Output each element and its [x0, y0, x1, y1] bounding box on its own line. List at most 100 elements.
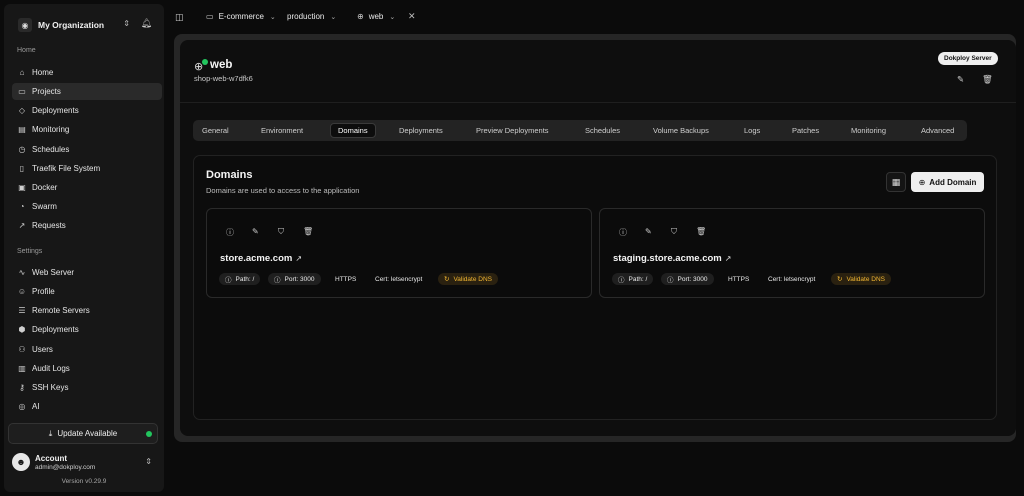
domain-host-link[interactable]: store.acme.com ↗	[220, 253, 302, 264]
tab-advanced[interactable]: Advanced	[921, 123, 954, 138]
external-link-icon: ↗	[295, 254, 303, 263]
tab-deployments[interactable]: Deployments	[399, 123, 443, 138]
update-available-button[interactable]: ⤓ Update Available	[8, 423, 158, 444]
breadcrumb-project[interactable]: ▭ E-commerce ⌄	[206, 12, 276, 21]
trash-icon[interactable]: 🗑︎	[696, 227, 706, 236]
tab-patches[interactable]: Patches	[792, 123, 819, 138]
activity-icon: ∿	[18, 268, 26, 277]
trash-icon[interactable]: 🗑︎	[982, 74, 993, 85]
download-icon: ⤓	[48, 428, 53, 438]
sidebar-item-web-server[interactable]: ∿ Web Server	[12, 264, 162, 281]
validate-dns-button[interactable]: ↻ Validate DNS	[831, 273, 891, 285]
box-icon: ▣	[18, 182, 26, 192]
protocol-chip: HTTPS	[728, 275, 750, 283]
path-chip: ⓘ Path: /	[219, 273, 261, 285]
external-link-icon: ↗	[724, 254, 732, 263]
folder-icon: ▭	[18, 87, 26, 97]
sidebar-item-ssh-keys[interactable]: ⚷ SSH Keys	[12, 379, 162, 396]
globe-icon: ⊕	[357, 12, 364, 21]
service-status-dot	[202, 59, 208, 65]
sidebar-item-traefik[interactable]: ▯ Traefik File System	[12, 160, 162, 177]
sidebar-toggle-icon[interactable]: ◫	[175, 12, 184, 23]
settings-nav: ∿ Web Server ☺ Profile ☰ Remote Servers ⬢ De…	[12, 264, 162, 417]
header-divider	[180, 102, 1016, 103]
info-icon: ⓘ	[274, 277, 281, 284]
sidebar-item-remote-servers[interactable]: ☰ Remote Servers	[12, 302, 162, 319]
sidebar-item-projects[interactable]: ▭ Projects	[12, 83, 162, 101]
domains-description: Domains are used to access to the applic…	[206, 186, 360, 195]
tab-logs[interactable]: Logs	[744, 123, 760, 138]
tab-monitoring[interactable]: Monitoring	[851, 123, 886, 138]
account-menu[interactable]: ☻ Account admin@dokploy.com ⇕	[8, 451, 158, 473]
sidebar-item-home[interactable]: ⌂ Home	[12, 64, 162, 81]
port-chip: ⓘ Port: 3000	[661, 273, 714, 285]
tab-general[interactable]: General	[202, 123, 229, 138]
help-icon[interactable]: ⓘ	[619, 227, 627, 238]
home-icon: ⌂	[19, 68, 25, 77]
tab-schedules[interactable]: Schedules	[585, 123, 620, 138]
clock-icon: ◷	[18, 144, 26, 154]
arrow-icon: ↗	[18, 221, 26, 231]
service-app-name: shop-web-w7dfk6	[194, 74, 253, 83]
layers-icon: ◇	[18, 106, 26, 116]
account-name: Account	[35, 453, 67, 463]
validate-dns-button[interactable]: ↻ Validate DNS	[438, 273, 498, 285]
tab-environment[interactable]: Environment	[261, 123, 303, 138]
refresh-icon: ↻	[444, 276, 450, 283]
main-nav: ⌂ Home ▭ Projects ◇ Deployments ▤ Monitoring…	[12, 64, 162, 236]
breadcrumb-service[interactable]: ⊕ web ⌄	[357, 12, 395, 21]
trash-icon[interactable]: 🗑︎	[303, 227, 313, 236]
domain-host-link[interactable]: staging.store.acme.com ↗	[613, 253, 731, 264]
tab-domains[interactable]: Domains	[330, 123, 376, 138]
server-badge: Dokploy Server	[938, 52, 998, 65]
sidebar-item-schedules[interactable]: ◷ Schedules	[12, 141, 162, 158]
dns-helper-button[interactable]: ▦	[886, 172, 906, 192]
shield-icon[interactable]: ⛉	[278, 227, 284, 237]
cert-chip: Cert: letsencrypt	[375, 275, 423, 283]
boxes-icon: ⬢	[18, 325, 26, 335]
cert-chip: Cert: letsencrypt	[768, 275, 816, 283]
avatar: ☻	[12, 453, 30, 471]
breadcrumb-environment[interactable]: production ⌄	[287, 12, 336, 21]
path-chip: ⓘ Path: /	[612, 273, 654, 285]
account-email: admin@dokploy.com	[35, 463, 96, 471]
section-label-settings: Settings	[17, 248, 43, 255]
section-label-home: Home	[17, 47, 36, 54]
close-icon[interactable]: ✕	[408, 11, 416, 22]
update-status-dot	[146, 431, 152, 437]
sidebar-item-users[interactable]: ⚇ Users	[12, 341, 162, 358]
chevrons-updown-icon: ⇕	[123, 19, 130, 28]
add-domain-button[interactable]: ⊕ Add Domain	[911, 172, 984, 192]
sidebar-item-settings-deployments[interactable]: ⬢ Deployments	[12, 321, 162, 338]
bar-chart-icon: ▤	[18, 125, 26, 135]
organization-switcher[interactable]: ◉ My Organization ⇕ 🔔︎	[12, 12, 156, 38]
sidebar-item-docker[interactable]: ▣ Docker	[12, 179, 162, 196]
folder-icon: ▭	[206, 12, 214, 21]
sidebar-item-deployments[interactable]: ◇ Deployments	[12, 102, 162, 119]
edit-icon[interactable]: ✎	[645, 227, 652, 236]
edit-icon[interactable]: ✎	[957, 74, 964, 85]
sidebar-item-requests[interactable]: ↗ Requests	[12, 217, 162, 234]
chevron-down-icon: ⌄	[269, 13, 276, 21]
info-icon: ⓘ	[618, 277, 625, 284]
sidebar-item-monitoring[interactable]: ▤ Monitoring	[12, 121, 162, 138]
sidebar: ◉ My Organization ⇕ 🔔︎ Home ⌂ Home ▭ Proje…	[4, 4, 164, 492]
sidebar-item-swarm[interactable]: ◔ Swarm	[12, 198, 162, 215]
sidebar-item-profile[interactable]: ☺ Profile	[12, 283, 162, 300]
shield-icon[interactable]: ⛉	[671, 227, 677, 237]
grid-icon: ▦	[891, 176, 901, 187]
bell-icon[interactable]: 🔔︎	[141, 18, 152, 29]
port-chip: ⓘ Port: 3000	[268, 273, 321, 285]
sidebar-item-ai[interactable]: ◎ AI	[12, 398, 162, 415]
edit-icon[interactable]: ✎	[252, 227, 259, 236]
help-icon[interactable]: ⓘ	[226, 227, 234, 238]
tab-preview-deployments[interactable]: Preview Deployments	[476, 123, 549, 138]
tab-volume-backups[interactable]: Volume Backups	[653, 123, 709, 138]
service-name: web	[210, 59, 233, 71]
info-icon: ⓘ	[667, 277, 674, 284]
sidebar-item-audit-logs[interactable]: ▥ Audit Logs	[12, 360, 162, 377]
log-icon: ▥	[18, 363, 26, 373]
info-icon: ⓘ	[225, 277, 232, 284]
globe-icon: ⊕	[918, 177, 926, 187]
file-icon: ▯	[19, 163, 25, 173]
